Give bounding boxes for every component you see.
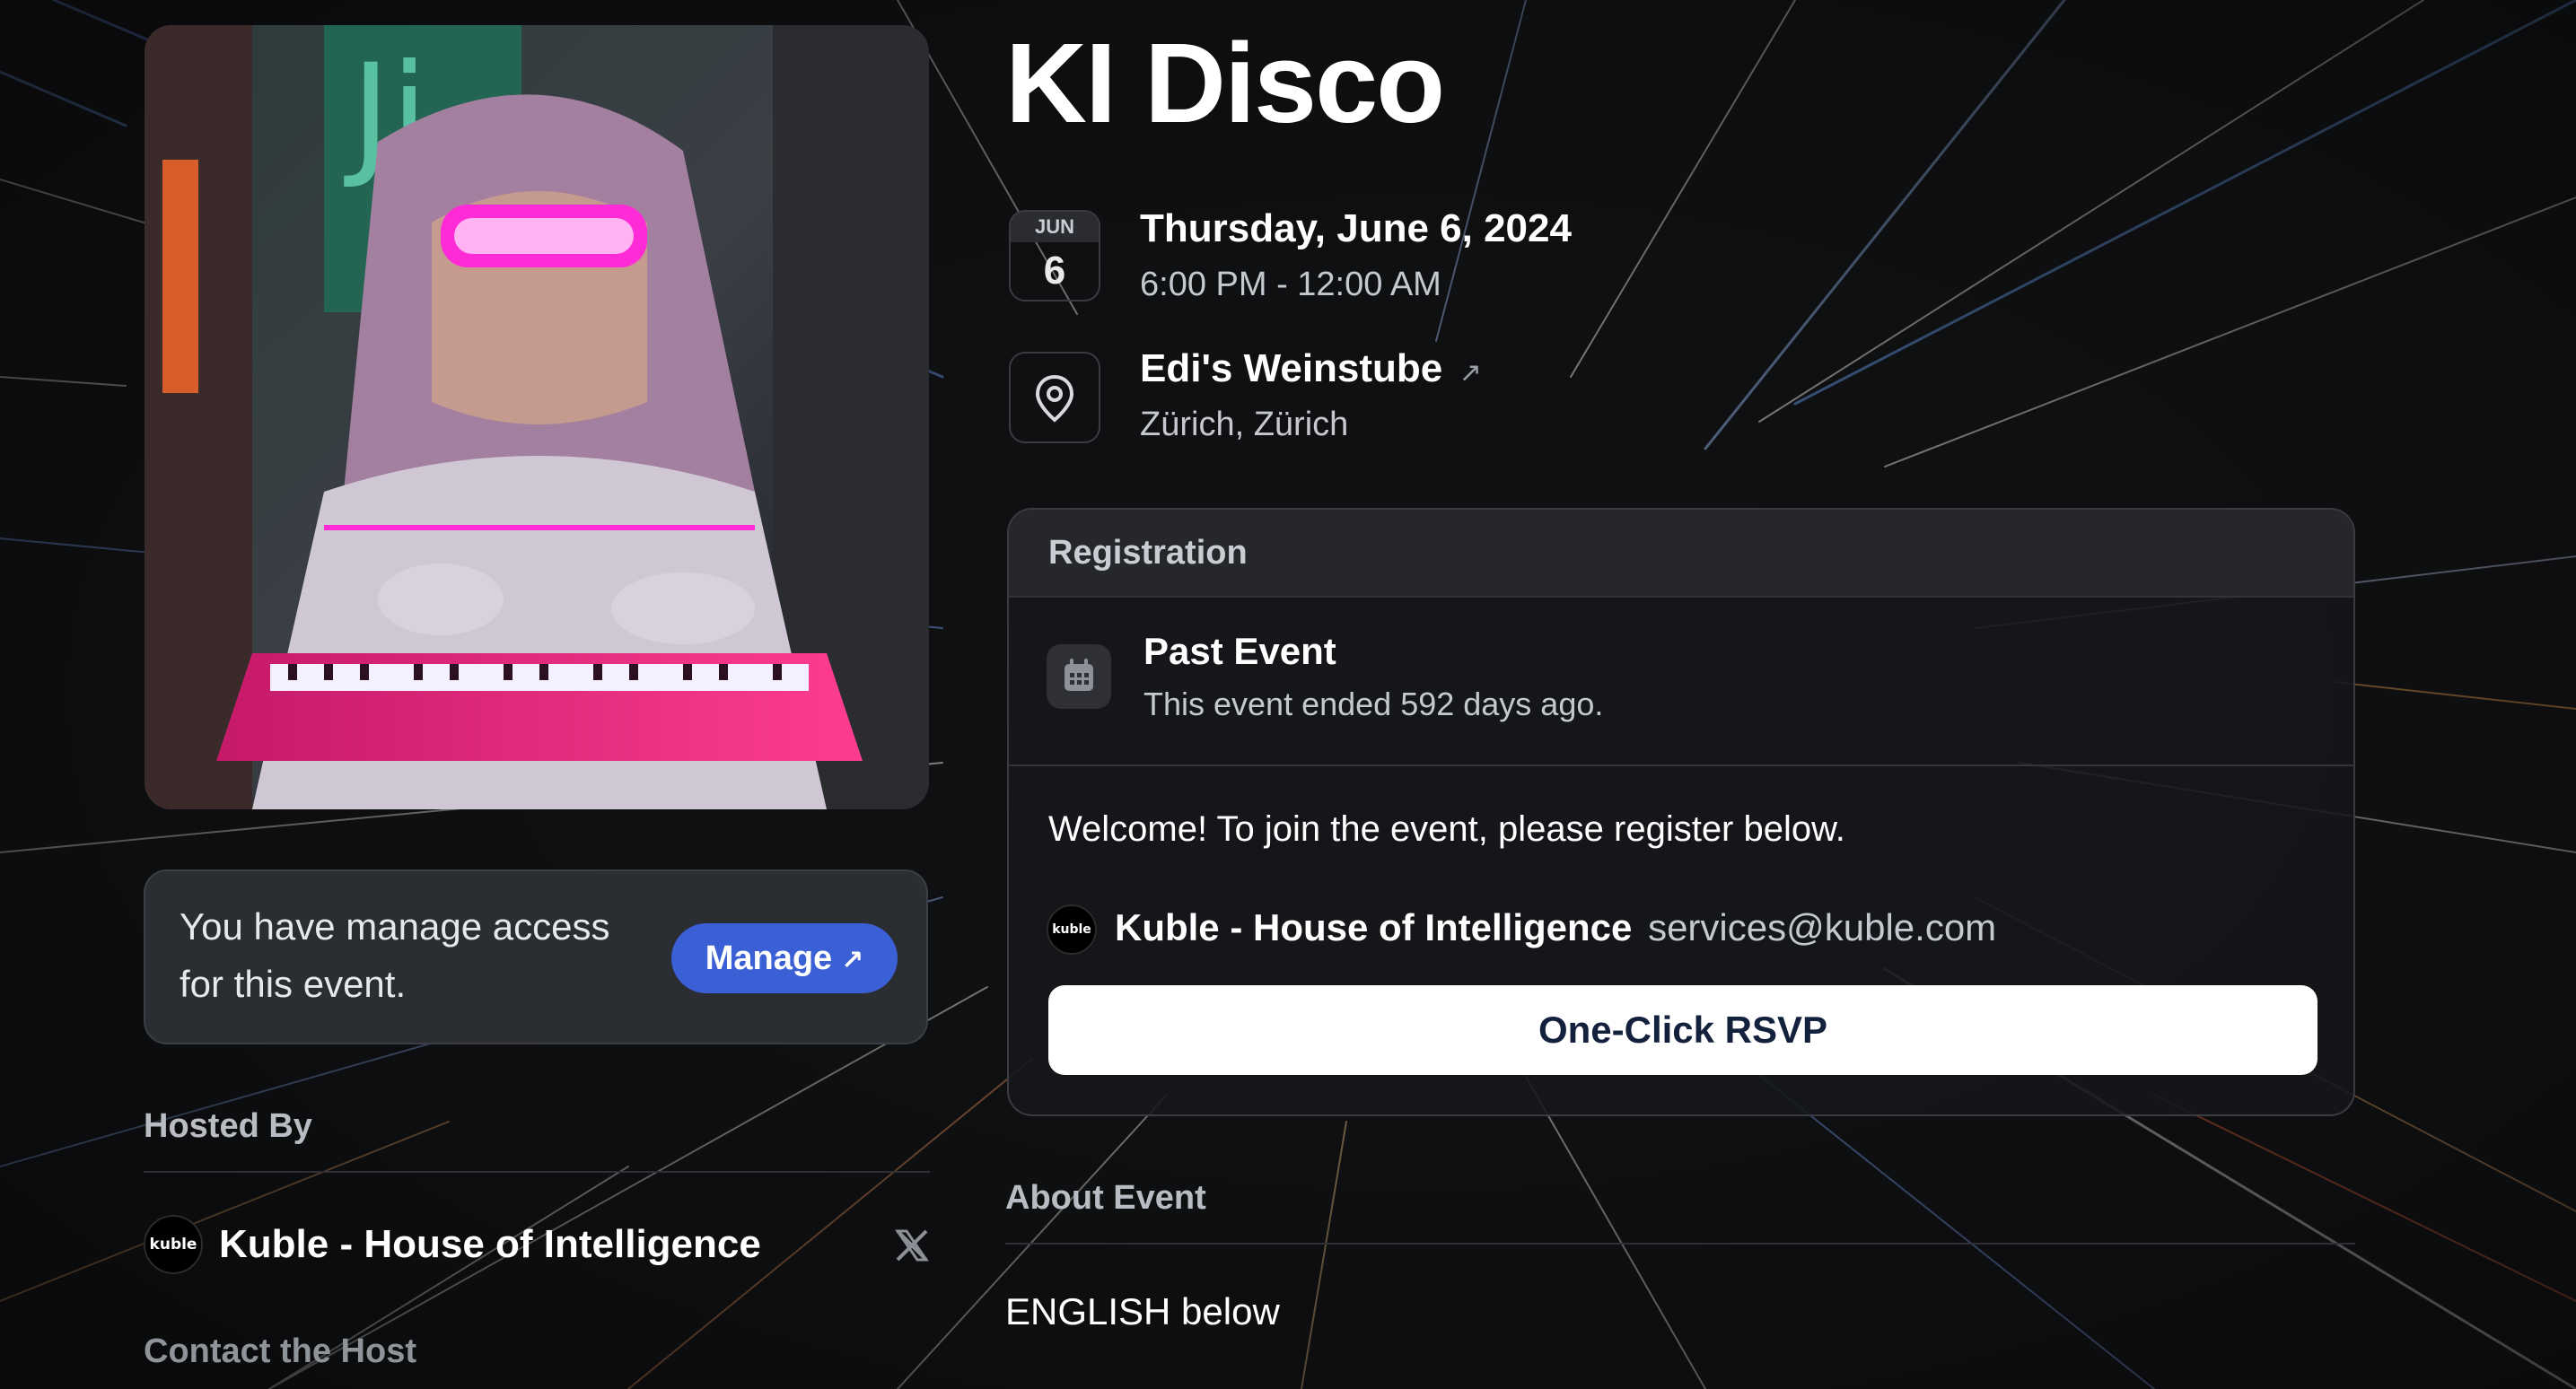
registrant-email: services@kuble.com [1648,906,1997,948]
x-icon[interactable] [894,1227,930,1263]
registration-divider [1009,764,2353,766]
registrant-row: Kuble - House of Intelligence services@k… [1115,906,1996,949]
event-title: KI Disco [1005,20,1445,146]
map-pin-icon [1035,374,1074,423]
arrow-up-right-icon: ↗ [841,946,864,975]
manage-button-label: Manage [705,939,833,977]
calendar-date-badge: JUN 6 [1009,210,1100,301]
manage-access-card: You have manage access for this event. M… [144,869,928,1044]
arrow-up-right-icon: ↗ [1459,358,1482,388]
contact-host-link[interactable]: Contact the Host [144,1332,416,1371]
past-event-title: Past Event [1143,630,1336,672]
past-event-text: This event ended 592 days ago. [1143,686,1604,722]
registrant-avatar: kuble [1047,904,1097,955]
event-cover-image: Ji [145,25,929,809]
venue-link[interactable]: Edi's Weinstube ↗ [1140,346,1482,391]
about-event-label: About Event [1005,1179,1206,1217]
event-time: 6:00 PM - 12:00 AM [1140,266,1441,303]
registrant-name: Kuble - House of Intelligence [1115,906,1633,948]
one-click-rsvp-button[interactable]: One-Click RSVP [1048,985,2318,1075]
about-first-line: ENGLISH below [1005,1290,1280,1332]
registration-header: Registration [1009,510,2353,598]
hosted-by-divider [144,1171,930,1173]
event-date: Thursday, June 6, 2024 [1140,206,1572,250]
manage-button[interactable]: Manage ↗ [671,923,898,993]
venue-city: Zürich, Zürich [1140,406,1349,443]
manage-access-text: You have manage access for this event. [180,905,610,1005]
registration-card: Registration Past Event This event ended… [1007,508,2355,1116]
date-day: 6 [1043,249,1066,293]
host-avatar: kuble [144,1215,203,1274]
host-row[interactable]: kuble Kuble - House of Intelligence [144,1215,930,1278]
about-divider [1005,1243,2355,1245]
host-name: Kuble - House of Intelligence [219,1222,761,1266]
welcome-text: Welcome! To join the event, please regis… [1048,809,1845,849]
hosted-by-label: Hosted By [144,1107,312,1145]
calendar-icon [1047,644,1111,709]
venue-name: Edi's Weinstube [1140,346,1443,390]
date-month: JUN [1011,212,1099,242]
location-badge [1009,352,1100,443]
